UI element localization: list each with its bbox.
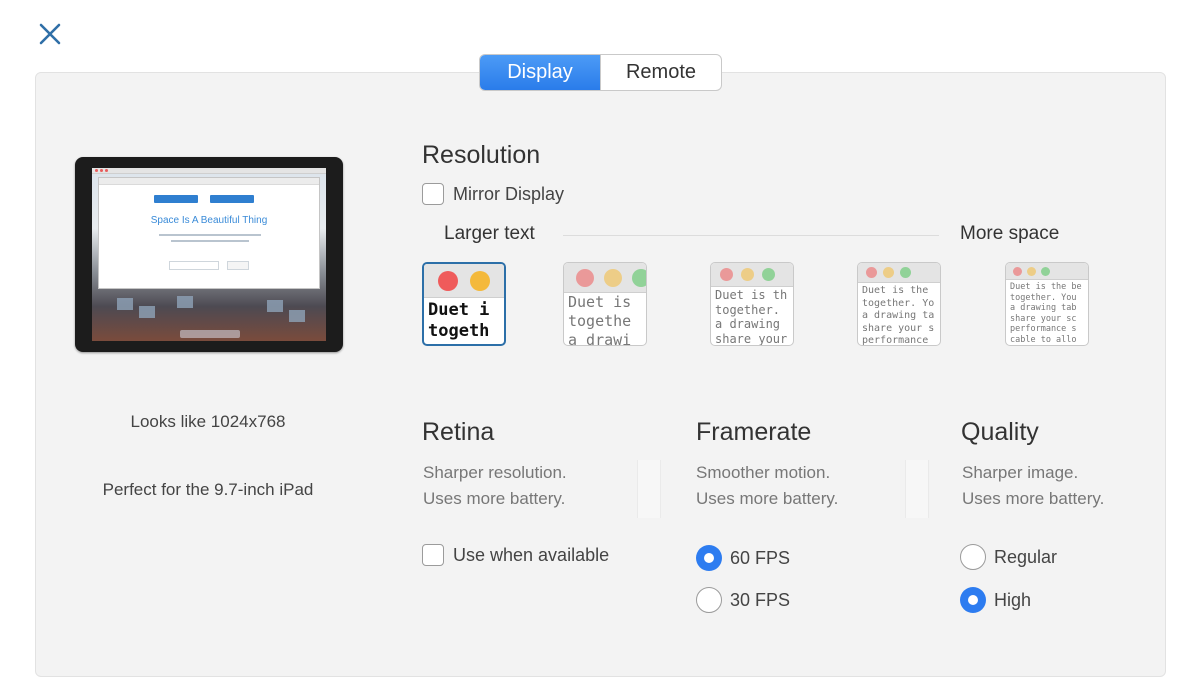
use-retina-checkbox[interactable]: Use when available xyxy=(422,544,609,566)
close-dot-icon xyxy=(866,267,877,278)
tab-control: Display Remote xyxy=(479,54,722,91)
radio-60fps-label: 60 FPS xyxy=(730,547,791,568)
use-when-available-label: Use when available xyxy=(453,544,610,565)
minimize-dot-icon xyxy=(470,270,490,291)
ipad-screen: Space Is A Beautiful Thing xyxy=(92,168,326,341)
retina-description: Sharper resolution. Uses more battery. xyxy=(423,463,567,508)
zoom-dot-icon xyxy=(632,268,646,287)
checkbox[interactable] xyxy=(422,183,444,205)
radio-button[interactable] xyxy=(960,544,986,570)
checkbox[interactable] xyxy=(422,544,444,566)
radio-30fps-label: 30 FPS xyxy=(730,589,791,610)
ipad-browser-window: Space Is A Beautiful Thing xyxy=(98,177,320,289)
device-caption: Perfect for the 9.7-inch iPad xyxy=(102,480,314,499)
close-button[interactable] xyxy=(36,20,64,48)
zoom-dot-icon xyxy=(900,267,911,278)
close-dot-icon xyxy=(720,268,733,281)
radio-regular[interactable]: Regular xyxy=(960,544,1057,570)
ipad-text-line xyxy=(159,234,261,236)
column-divider xyxy=(637,460,661,518)
radio-60fps[interactable]: 60 FPS xyxy=(696,545,790,571)
close-dot-icon xyxy=(1013,266,1022,276)
tab-remote[interactable]: Remote xyxy=(600,55,721,90)
resolution-caption: Looks like 1024x768 xyxy=(130,412,286,431)
quality-heading: Quality xyxy=(961,418,1039,446)
minimize-dot-icon xyxy=(604,268,622,287)
radio-regular-label: Regular xyxy=(994,546,1058,567)
radio-button[interactable] xyxy=(960,587,986,613)
radio-high-label: High xyxy=(994,589,1032,610)
ipad-preview: Space Is A Beautiful Thing xyxy=(75,157,343,352)
ipad-submit-button xyxy=(227,261,249,270)
close-icon xyxy=(39,23,61,45)
minimize-dot-icon xyxy=(1027,266,1036,276)
resolution-heading: Resolution xyxy=(422,141,541,169)
close-dot-icon xyxy=(438,270,458,291)
ipad-desktop-icons xyxy=(117,296,307,326)
column-divider xyxy=(905,460,929,518)
more-space-label: More space xyxy=(960,223,1060,244)
mirror-display-checkbox[interactable]: Mirror Display xyxy=(422,183,564,205)
radio-30fps[interactable]: 30 FPS xyxy=(696,587,790,613)
ipad-headline: Space Is A Beautiful Thing xyxy=(150,215,268,226)
scale-divider xyxy=(563,235,939,236)
quality-description: Sharper image. Uses more battery. xyxy=(962,463,1105,508)
minimize-dot-icon xyxy=(741,268,754,281)
resolution-option-1[interactable]: Duet i togeth xyxy=(422,262,506,346)
framerate-heading: Framerate xyxy=(696,418,812,446)
resolution-option-2[interactable]: Duet is togethe a drawi xyxy=(563,262,647,346)
zoom-dot-icon xyxy=(1041,266,1050,276)
minimize-dot-icon xyxy=(883,267,894,278)
retina-heading: Retina xyxy=(422,418,495,446)
resolution-option-5[interactable]: Duet is the be together. You a drawing tab… xyxy=(1005,262,1089,346)
radio-button[interactable] xyxy=(696,587,722,613)
ipad-menubar xyxy=(92,168,326,174)
ipad-text-line xyxy=(171,240,249,242)
resolution-option-3[interactable]: Duet is th together. a drawing share your xyxy=(710,262,794,346)
resolution-option-4[interactable]: Duet is the together. Yo a drawing ta share… xyxy=(857,262,941,346)
zoom-dot-icon xyxy=(762,268,775,281)
ipad-dock xyxy=(180,330,240,338)
ipad-download-buttons xyxy=(154,195,254,203)
tab-display[interactable]: Display xyxy=(480,55,600,90)
larger-text-label: Larger text xyxy=(444,223,535,244)
radio-high[interactable]: High xyxy=(960,587,1031,613)
radio-button[interactable] xyxy=(696,545,722,571)
ipad-email-field xyxy=(169,261,219,270)
framerate-description: Smoother motion. Uses more battery. xyxy=(696,463,839,508)
close-dot-icon xyxy=(576,268,594,287)
mirror-display-label: Mirror Display xyxy=(453,183,565,204)
